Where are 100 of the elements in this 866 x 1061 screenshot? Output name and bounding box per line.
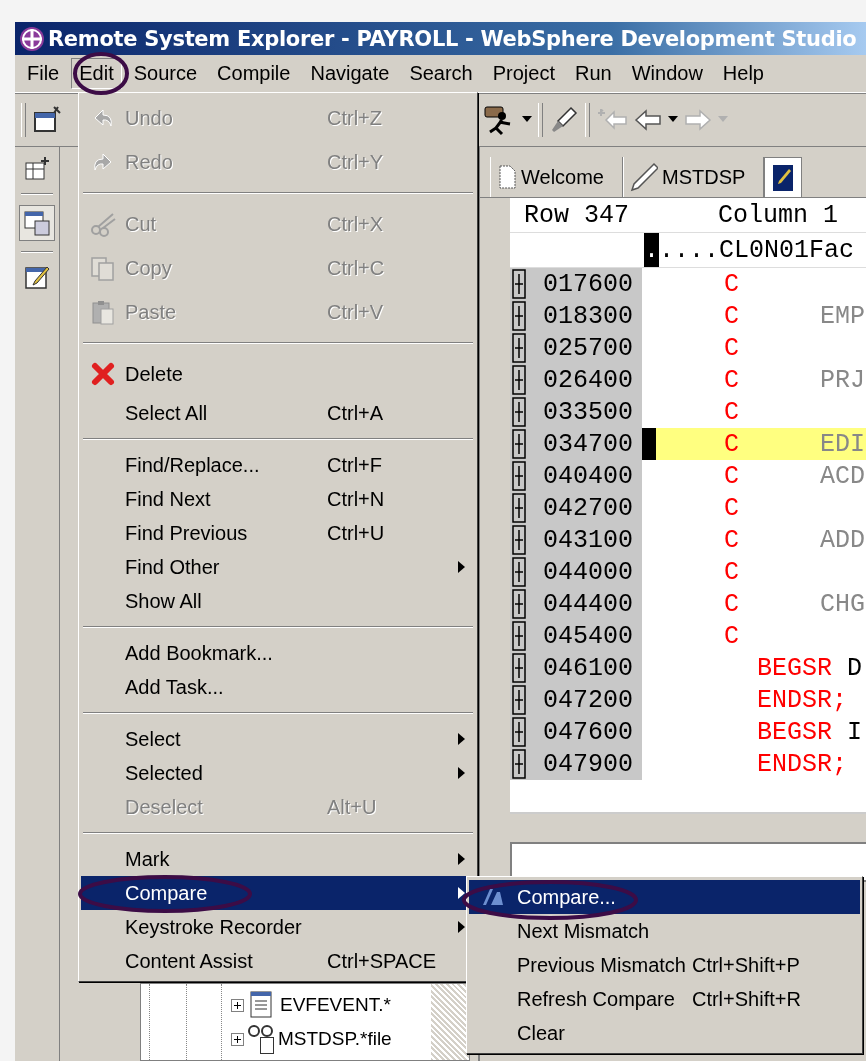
- spec-type: C: [724, 269, 740, 299]
- expand-icon[interactable]: [512, 749, 526, 779]
- code-text: ADD: [820, 525, 865, 555]
- menu-item[interactable]: Clear: [469, 1016, 860, 1050]
- expand-icon[interactable]: [512, 301, 526, 331]
- submenu-arrow-icon: [458, 733, 466, 745]
- menu-bar-item[interactable]: Edit: [71, 58, 122, 89]
- brush-icon: [549, 105, 579, 135]
- menu-item[interactable]: Refresh Compare Ctrl+Shift+R: [469, 982, 860, 1016]
- expand-icon[interactable]: [512, 653, 526, 683]
- expand-icon[interactable]: [512, 525, 526, 555]
- menu-item[interactable]: Show All: [81, 584, 475, 618]
- menu-item[interactable]: Select All Ctrl+A: [81, 396, 475, 430]
- code-keyword: ENDSR;: [757, 685, 847, 715]
- line-number: 033500: [543, 397, 633, 427]
- app-logo-icon: [19, 25, 45, 52]
- spec-type: C: [724, 589, 740, 619]
- menu-bar-item[interactable]: Project: [484, 58, 563, 89]
- dropdown-arrow-icon: [522, 116, 532, 124]
- expand-icon[interactable]: [512, 717, 526, 747]
- expand-icon[interactable]: [231, 998, 244, 1012]
- editor-tab[interactable]: MSTDSP: [623, 157, 765, 197]
- page-icon: [497, 164, 517, 190]
- menu-bar-item[interactable]: Window: [623, 58, 711, 89]
- menu-bar-item[interactable]: Help: [714, 58, 772, 89]
- row-indicator: Row 347: [524, 200, 631, 230]
- menu-item[interactable]: Add Bookmark...: [81, 636, 475, 670]
- expand-icon[interactable]: [512, 397, 526, 427]
- spec-type: C: [724, 333, 740, 363]
- line-number: 044000: [543, 557, 633, 587]
- menu-item[interactable]: Find Previous Ctrl+U: [81, 516, 475, 550]
- tree-item[interactable]: MSTDSP.*file: [278, 1028, 392, 1050]
- menu-bar-item[interactable]: File: [19, 58, 68, 89]
- submenu-arrow-icon: [458, 853, 466, 865]
- expand-icon[interactable]: [512, 621, 526, 651]
- expand-icon[interactable]: [512, 269, 526, 299]
- submenu-arrow-icon: [458, 921, 466, 933]
- editor-tab[interactable]: [764, 157, 803, 197]
- menu-item[interactable]: Mark: [81, 842, 475, 876]
- tree-item[interactable]: EVFEVENT.*: [280, 994, 391, 1016]
- editor-tab[interactable]: Welcome: [490, 157, 623, 197]
- menu-item[interactable]: Delete: [81, 352, 475, 396]
- forward-arrow-icon: [684, 109, 712, 131]
- menu-bar-item[interactable]: Compile: [209, 58, 299, 89]
- clipboard-icon: [89, 298, 117, 326]
- submenu-arrow-icon: [458, 561, 466, 573]
- scrollbar-track[interactable]: [431, 984, 469, 1060]
- column-indicator: Column 1: [718, 200, 839, 230]
- spec-type: C: [724, 397, 740, 427]
- expand-icon[interactable]: [512, 589, 526, 619]
- back-star-icon: [596, 107, 628, 133]
- menu-item[interactable]: Find/Replace... Ctrl+F: [81, 448, 475, 482]
- back-arrow-icon: [634, 109, 662, 131]
- menu-bar-item[interactable]: Navigate: [302, 58, 398, 89]
- menu-item[interactable]: Find Next Ctrl+N: [81, 482, 475, 516]
- scissors-icon: [89, 210, 117, 238]
- expand-icon[interactable]: [512, 461, 526, 491]
- line-number: 042700: [543, 493, 633, 523]
- line-number: 034700: [543, 429, 633, 459]
- expand-icon[interactable]: [512, 333, 526, 363]
- line-number: 047900: [543, 749, 633, 779]
- code-text: EMP: [820, 301, 865, 331]
- code-text: D: [847, 653, 863, 683]
- copy-icon: [89, 254, 117, 282]
- dropdown-arrow-icon: [718, 116, 728, 124]
- code-keyword: ENDSR;: [757, 749, 847, 779]
- menu-bar-item[interactable]: Run: [567, 58, 620, 89]
- expand-icon[interactable]: [512, 493, 526, 523]
- expand-icon[interactable]: [231, 1032, 244, 1046]
- expand-icon[interactable]: [512, 557, 526, 587]
- menu-item[interactable]: Select: [81, 722, 475, 756]
- submenu-arrow-icon: [458, 767, 466, 779]
- new-window-icon: [32, 105, 62, 135]
- edit-icon: [773, 164, 794, 191]
- line-number: 025700: [543, 333, 633, 363]
- code-text: PRJ: [820, 365, 865, 395]
- code-text: ACD: [820, 461, 865, 491]
- spec-type: C: [724, 493, 740, 523]
- perspective-toggle[interactable]: [19, 205, 55, 241]
- line-number: 017600: [543, 269, 633, 299]
- menu-item[interactable]: Compare...: [469, 880, 860, 914]
- menu-bar-item[interactable]: Source: [125, 58, 206, 89]
- expand-icon[interactable]: [512, 429, 526, 459]
- menu-item[interactable]: Add Task...: [81, 670, 475, 704]
- line-number: 046100: [543, 653, 633, 683]
- expand-icon[interactable]: [512, 365, 526, 395]
- line-number: 047600: [543, 717, 633, 747]
- code-text: EDI: [820, 429, 865, 459]
- spec-type: C: [724, 301, 740, 331]
- pencil-icon: [630, 162, 658, 192]
- menu-item[interactable]: Selected: [81, 756, 475, 790]
- spec-type: C: [724, 365, 740, 395]
- menu-item[interactable]: Find Other: [81, 550, 475, 584]
- expand-icon[interactable]: [512, 685, 526, 715]
- menu-bar-item[interactable]: Search: [401, 58, 481, 89]
- spec-type: C: [724, 621, 740, 651]
- code-text: CHG: [820, 589, 865, 619]
- submenu-arrow-icon: [458, 887, 466, 899]
- spec-type: C: [724, 557, 740, 587]
- code-text: I: [847, 717, 863, 747]
